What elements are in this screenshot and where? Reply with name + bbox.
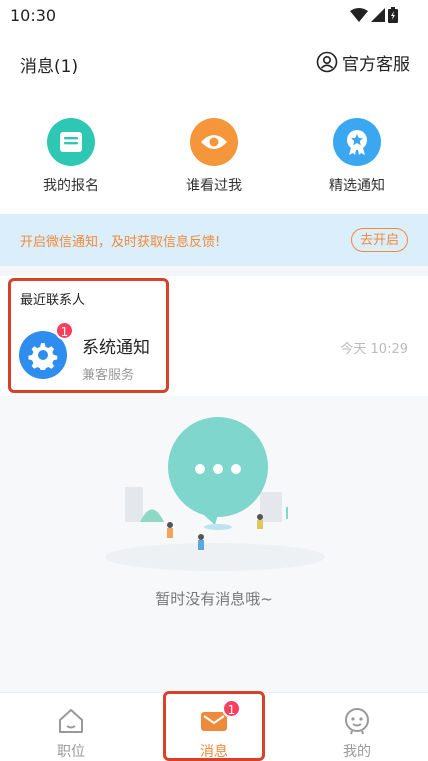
bottom-tab-bar: 职位 1 消息 我的 — [0, 692, 428, 761]
action-who-viewed-me[interactable]: 谁看过我 — [154, 118, 274, 195]
battery-icon — [388, 7, 398, 23]
contact-item-system-notice[interactable]: 1 系统通知 兼客服务 今天 10:29 — [0, 316, 428, 396]
action-my-signups[interactable]: 我的报名 — [11, 118, 131, 195]
action-label: 谁看过我 — [186, 178, 242, 194]
official-service-label: 官方客服 — [342, 54, 410, 75]
status-time: 10:30 — [10, 6, 57, 25]
tab-label: 职位 — [57, 744, 85, 760]
unread-badge: 1 — [222, 699, 241, 718]
enable-button[interactable]: 去开启 — [350, 228, 408, 252]
wifi-icon — [350, 8, 368, 22]
wechat-notify-banner: 开启微信通知，及时获取信息反馈! 去开启 — [0, 214, 428, 266]
contact-time: 今天 10:29 — [340, 342, 408, 357]
status-bar: 10:30 — [0, 0, 428, 32]
contact-subtitle: 兼客服务 — [82, 368, 135, 383]
tab-me[interactable]: 我的 — [307, 693, 407, 761]
empty-messages-illustration — [105, 417, 325, 571]
official-service-button[interactable]: 官方客服 — [316, 50, 410, 75]
tab-label: 消息 — [200, 744, 228, 760]
page-title: 消息(1) — [20, 57, 79, 77]
contact-name: 系统通知 — [82, 338, 150, 358]
action-label: 精选通知 — [329, 178, 385, 194]
eye-icon — [190, 118, 238, 166]
tab-jobs[interactable]: 职位 — [21, 693, 121, 761]
tab-label: 我的 — [343, 744, 371, 760]
settings-gear-icon — [28, 343, 58, 370]
tab-messages[interactable]: 1 消息 — [164, 693, 264, 761]
recent-contacts: 最近联系人 1 系统通知 兼客服务 今天 10:29 — [0, 276, 428, 396]
header: 消息(1) 官方客服 — [0, 32, 428, 90]
empty-state-text: 暂时没有消息哦~ — [155, 590, 273, 608]
cellular-signal-icon — [371, 8, 385, 22]
empty-state: 暂时没有消息哦~ — [0, 397, 428, 692]
clipboard-icon — [47, 118, 95, 166]
messages-page: 10:30 消息(1) 官方客服 我的报名 谁看过我 精选通知 开启微信通知，及… — [0, 0, 428, 761]
customer-service-icon — [316, 51, 338, 73]
recent-contacts-title: 最近联系人 — [20, 293, 86, 308]
badge-star-icon — [333, 118, 381, 166]
quick-actions: 我的报名 谁看过我 精选通知 — [0, 90, 428, 214]
home-icon — [59, 709, 83, 733]
status-icons — [350, 7, 398, 23]
unread-badge: 1 — [55, 321, 74, 340]
banner-text: 开启微信通知，及时获取信息反馈! — [20, 235, 221, 250]
action-featured-notices[interactable]: 精选通知 — [297, 118, 417, 195]
action-label: 我的报名 — [43, 178, 99, 194]
face-icon — [345, 708, 369, 735]
